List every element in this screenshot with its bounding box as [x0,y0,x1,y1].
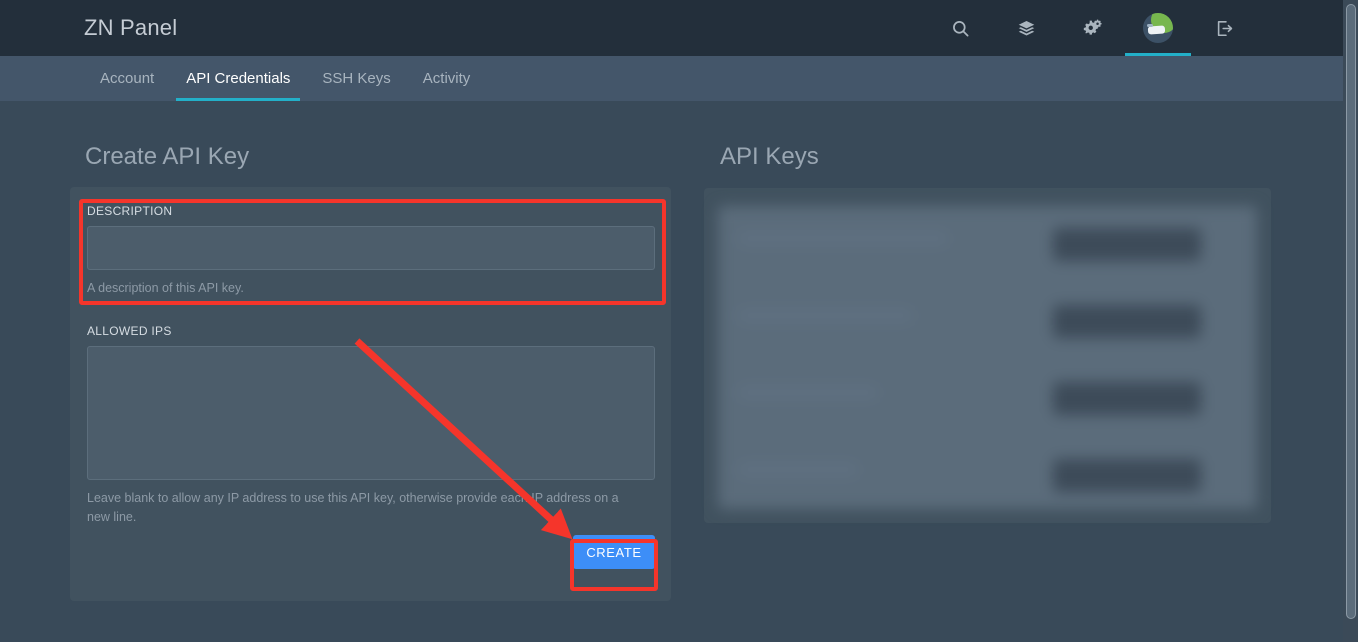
avatar [1143,13,1173,43]
description-field-group: DESCRIPTION A description of this API ke… [87,204,655,298]
layers-icon[interactable] [993,0,1059,56]
create-api-key-heading: Create API Key [85,143,250,170]
form-actions: CREATE [87,535,655,569]
row-text-redacted [738,232,948,245]
table-row[interactable] [720,283,1255,357]
gears-icon[interactable] [1059,0,1125,56]
main-content: Create API Key API Keys DESCRIPTION A de… [0,101,1343,642]
avatar-shape-gray [1147,24,1153,27]
row-action-redacted[interactable] [1053,228,1201,261]
row-divider [720,278,1255,280]
allowed-ips-label: ALLOWED IPS [87,324,172,338]
top-icon-group [927,0,1257,56]
tab-api-credentials[interactable]: API Credentials [170,56,306,101]
row-divider [720,355,1255,357]
api-keys-table-redacted[interactable] [718,206,1257,509]
search-icon[interactable] [927,0,993,56]
api-keys-heading: API Keys [720,143,819,170]
vertical-scrollbar-thumb[interactable] [1346,4,1356,619]
row-text-redacted [738,386,878,399]
logout-icon[interactable] [1191,0,1257,56]
row-text-redacted [738,309,913,322]
table-row[interactable] [720,360,1255,434]
description-input[interactable] [87,226,655,270]
row-action-redacted[interactable] [1053,382,1201,415]
row-text-redacted [738,463,858,476]
create-api-key-card: DESCRIPTION A description of this API ke… [70,187,671,601]
brand-title: ZN Panel [84,15,178,40]
table-row[interactable] [720,437,1255,509]
tab-ssh-keys[interactable]: SSH Keys [306,56,406,101]
table-row[interactable] [720,206,1255,280]
allowed-ips-textarea[interactable] [87,346,655,480]
tab-activity[interactable]: Activity [407,56,487,101]
tab-bar: Account API Credentials SSH Keys Activit… [0,56,1343,101]
row-action-redacted[interactable] [1053,305,1201,338]
description-label: DESCRIPTION [87,204,173,218]
zn-panel-page: ZN Panel Account API Credentials SSH Key… [0,0,1358,642]
avatar-icon[interactable] [1125,0,1191,56]
allowed-ips-help-text: Leave blank to allow any IP address to u… [87,491,619,525]
row-divider [720,432,1255,434]
api-keys-card [704,188,1271,523]
create-button[interactable]: CREATE [573,535,655,569]
vertical-scrollbar-track[interactable] [1343,0,1358,642]
description-help-text: A description of this API key. [87,281,244,295]
top-navigation-bar: ZN Panel [0,0,1343,56]
tab-account[interactable]: Account [84,56,170,101]
allowed-ips-field-group: ALLOWED IPS Leave blank to allow any IP … [87,324,655,528]
row-action-redacted[interactable] [1053,459,1201,492]
